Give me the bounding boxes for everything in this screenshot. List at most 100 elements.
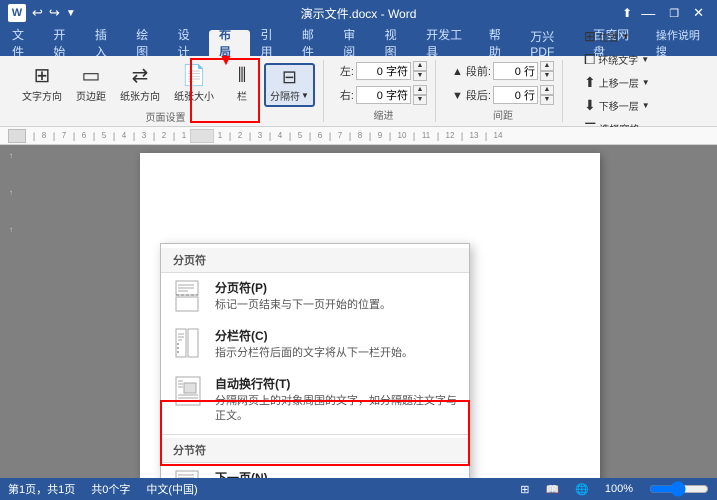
bring-forward-icon: ⬆ (584, 74, 596, 91)
tab-design[interactable]: 设计 (168, 30, 209, 56)
send-back-button[interactable]: ⬇ 下移一层 ▼ (579, 95, 655, 116)
indent-group: 左: 右: 缩进 (332, 60, 436, 122)
save-dropdown-icon[interactable]: ▼ (66, 8, 76, 19)
margins-button[interactable]: ▭ 页边距 (70, 59, 112, 107)
indent-label: 缩进 (373, 107, 393, 122)
indent-left-input[interactable] (356, 62, 411, 80)
title-bar-left: W ↩ ↪ ▼ (8, 4, 76, 22)
page-break-item[interactable]: 分页符(P) 标记一页结束与下一页开始的位置。 (161, 273, 469, 321)
page-break-icon (173, 279, 205, 315)
document-area: ↑ ↑ ↑ 分页符 (0, 145, 717, 478)
spacing-before-down[interactable] (540, 71, 554, 81)
title-bar: W ↩ ↪ ▼ 演示文件.docx - Word ⬆ — ❐ ✕ (0, 0, 717, 26)
margins-icon: ▭ (82, 63, 101, 88)
window-title: 演示文件.docx - Word (301, 5, 417, 22)
view-read-icon[interactable]: 📖 (545, 483, 559, 496)
indent-left-row: 左: (340, 61, 427, 81)
next-page-item[interactable]: 下一页(N) 插入分节符并在下一页上开始新节。 (161, 463, 469, 478)
tab-insert[interactable]: 插入 (85, 30, 126, 56)
text-direction-icon: ⊞ (34, 63, 51, 88)
next-page-text: 下一页(N) 插入分节符并在下一页上开始新节。 (215, 469, 457, 478)
wrap-icon: ⧠ (584, 51, 595, 68)
tab-draw[interactable]: 绘图 (126, 30, 167, 56)
indent-right-input[interactable] (356, 86, 411, 104)
tab-wps[interactable]: 万兴PDF (520, 30, 583, 56)
tab-ref[interactable]: 引用 (250, 30, 291, 56)
page-break-text: 分页符(P) 标记一页结束与下一页开始的位置。 (215, 279, 457, 313)
text-wrap-item[interactable]: 自动换行符(T) 分隔网页上的对象周围的文字，如分隔题注文字与正文。 (161, 369, 469, 431)
columns-button[interactable]: ⦀ 栏 (222, 61, 262, 107)
status-bar: 第1页，共1页 共0个字 中文(中国) ⊞ 📖 🌐 100% (0, 478, 717, 500)
view-normal-icon[interactable]: ⊞ (520, 483, 529, 496)
tab-review[interactable]: 审阅 (333, 30, 374, 56)
page-setup-label: 页面设置 (145, 109, 185, 124)
spacing-before-input[interactable] (493, 62, 538, 80)
window-controls: ⬆ — ❐ ✕ (622, 5, 709, 21)
indent-right-up[interactable] (413, 85, 427, 95)
section-break-title: 分节符 (161, 438, 469, 463)
tab-mail[interactable]: 邮件 (292, 30, 333, 56)
indent-left-label: 左: (340, 63, 354, 79)
tab-start[interactable]: 开始 (43, 30, 84, 56)
word-count: 共0个字 (91, 481, 130, 497)
view-web-icon[interactable]: 🌐 (575, 483, 589, 496)
breaks-icon: ⊟ (282, 67, 297, 88)
indent-left-down[interactable] (413, 71, 427, 81)
ribbon-toolbar: ⊞ 文字方向 ▭ 页边距 ⇄ 纸张方向 📄 纸张大小 ⦀ 栏 (0, 56, 717, 127)
send-back-icon: ⬇ (584, 97, 596, 114)
bring-forward-button[interactable]: ⬆ 上移一层 ▼ (579, 72, 655, 93)
tab-file[interactable]: 文件 (2, 30, 43, 56)
page-info: 第1页，共1页 (8, 481, 75, 497)
wrap-text-button[interactable]: ⧠ 环绕文字 ▼ (579, 49, 654, 70)
spacing-label: 间距 (493, 107, 513, 122)
share-icon[interactable]: ⬆ (622, 6, 632, 20)
zoom-slider[interactable] (649, 481, 709, 497)
spacing-before-up[interactable] (540, 61, 554, 71)
breaks-dropdown: 分页符 分页符(P) 标记一页结束与下一页开始的位置。 (160, 243, 470, 478)
section-separator (161, 434, 469, 435)
text-wrap-text: 自动换行符(T) 分隔网页上的对象周围的文字，如分隔题注文字与正文。 (215, 375, 457, 425)
lang-display: 中文(中国) (146, 481, 197, 497)
tab-view[interactable]: 视图 (375, 30, 416, 56)
orientation-button[interactable]: ⇄ 纸张方向 (114, 59, 166, 107)
ruler: | 8 | 7 | 6 | 5 | 4 | 3 | 2 | 1 1 | 2 | (0, 127, 717, 145)
indent-right-down[interactable] (413, 95, 427, 105)
columns-icon: ⦀ (238, 65, 247, 88)
position-button[interactable]: ⊞ 位置 ▼ (579, 26, 635, 47)
next-page-icon (173, 469, 205, 478)
paper-size-button[interactable]: 📄 纸张大小 (168, 59, 220, 107)
page-break-section-title: 分页符 (161, 248, 469, 273)
tab-help[interactable]: 帮助 (479, 30, 520, 56)
indent-left-up[interactable] (413, 61, 427, 71)
indent-right-row: 右: (340, 85, 427, 105)
position-icon: ⊞ (584, 28, 596, 45)
text-direction-button[interactable]: ⊞ 文字方向 (16, 59, 68, 107)
spacing-after-input[interactable] (493, 86, 538, 104)
indent-right-label: 右: (340, 87, 354, 103)
spacing-before-row: ▲ 段前: (452, 61, 554, 81)
spacing-after-row: ▼ 段后: (452, 85, 554, 105)
spacing-after-up[interactable] (540, 85, 554, 95)
minimize-icon[interactable]: — (636, 5, 660, 21)
spacing-group: ▲ 段前: ▼ 段后: 间距 (444, 60, 563, 122)
close-icon[interactable]: ✕ (688, 5, 709, 21)
column-break-icon (173, 327, 205, 363)
page-setup-group: ⊞ 文字方向 ▭ 页边距 ⇄ 纸张方向 📄 纸张大小 ⦀ 栏 (8, 60, 324, 122)
tab-dev[interactable]: 开发工具 (416, 30, 479, 56)
spacing-after-down[interactable] (540, 95, 554, 105)
redo-icon[interactable]: ↪ (49, 5, 60, 21)
column-break-text: 分栏符(C) 指示分栏符后面的文字将从下一栏开始。 (215, 327, 457, 361)
spacing-before-label: ▲ 段前: (452, 63, 491, 79)
app-icon: W (8, 4, 26, 22)
orientation-icon: ⇄ (132, 63, 149, 88)
paper-size-icon: 📄 (182, 63, 207, 88)
breaks-button[interactable]: ⊟ 分隔符 ▼ (264, 63, 315, 107)
arrange-group: ⊞ 位置 ▼ ⧠ 环绕文字 ▼ ⬆ 上移一层 ▼ ⬇ 下移一层 ▼ (571, 60, 709, 122)
spacing-after-label: ▼ 段后: (452, 87, 491, 103)
undo-icon[interactable]: ↩ (32, 5, 43, 21)
restore-icon[interactable]: ❐ (664, 7, 684, 20)
zoom-level: 100% (605, 483, 633, 495)
column-break-item[interactable]: 分栏符(C) 指示分栏符后面的文字将从下一栏开始。 (161, 321, 469, 369)
text-wrap-icon (173, 375, 205, 411)
tab-layout[interactable]: 布局 (209, 30, 250, 56)
